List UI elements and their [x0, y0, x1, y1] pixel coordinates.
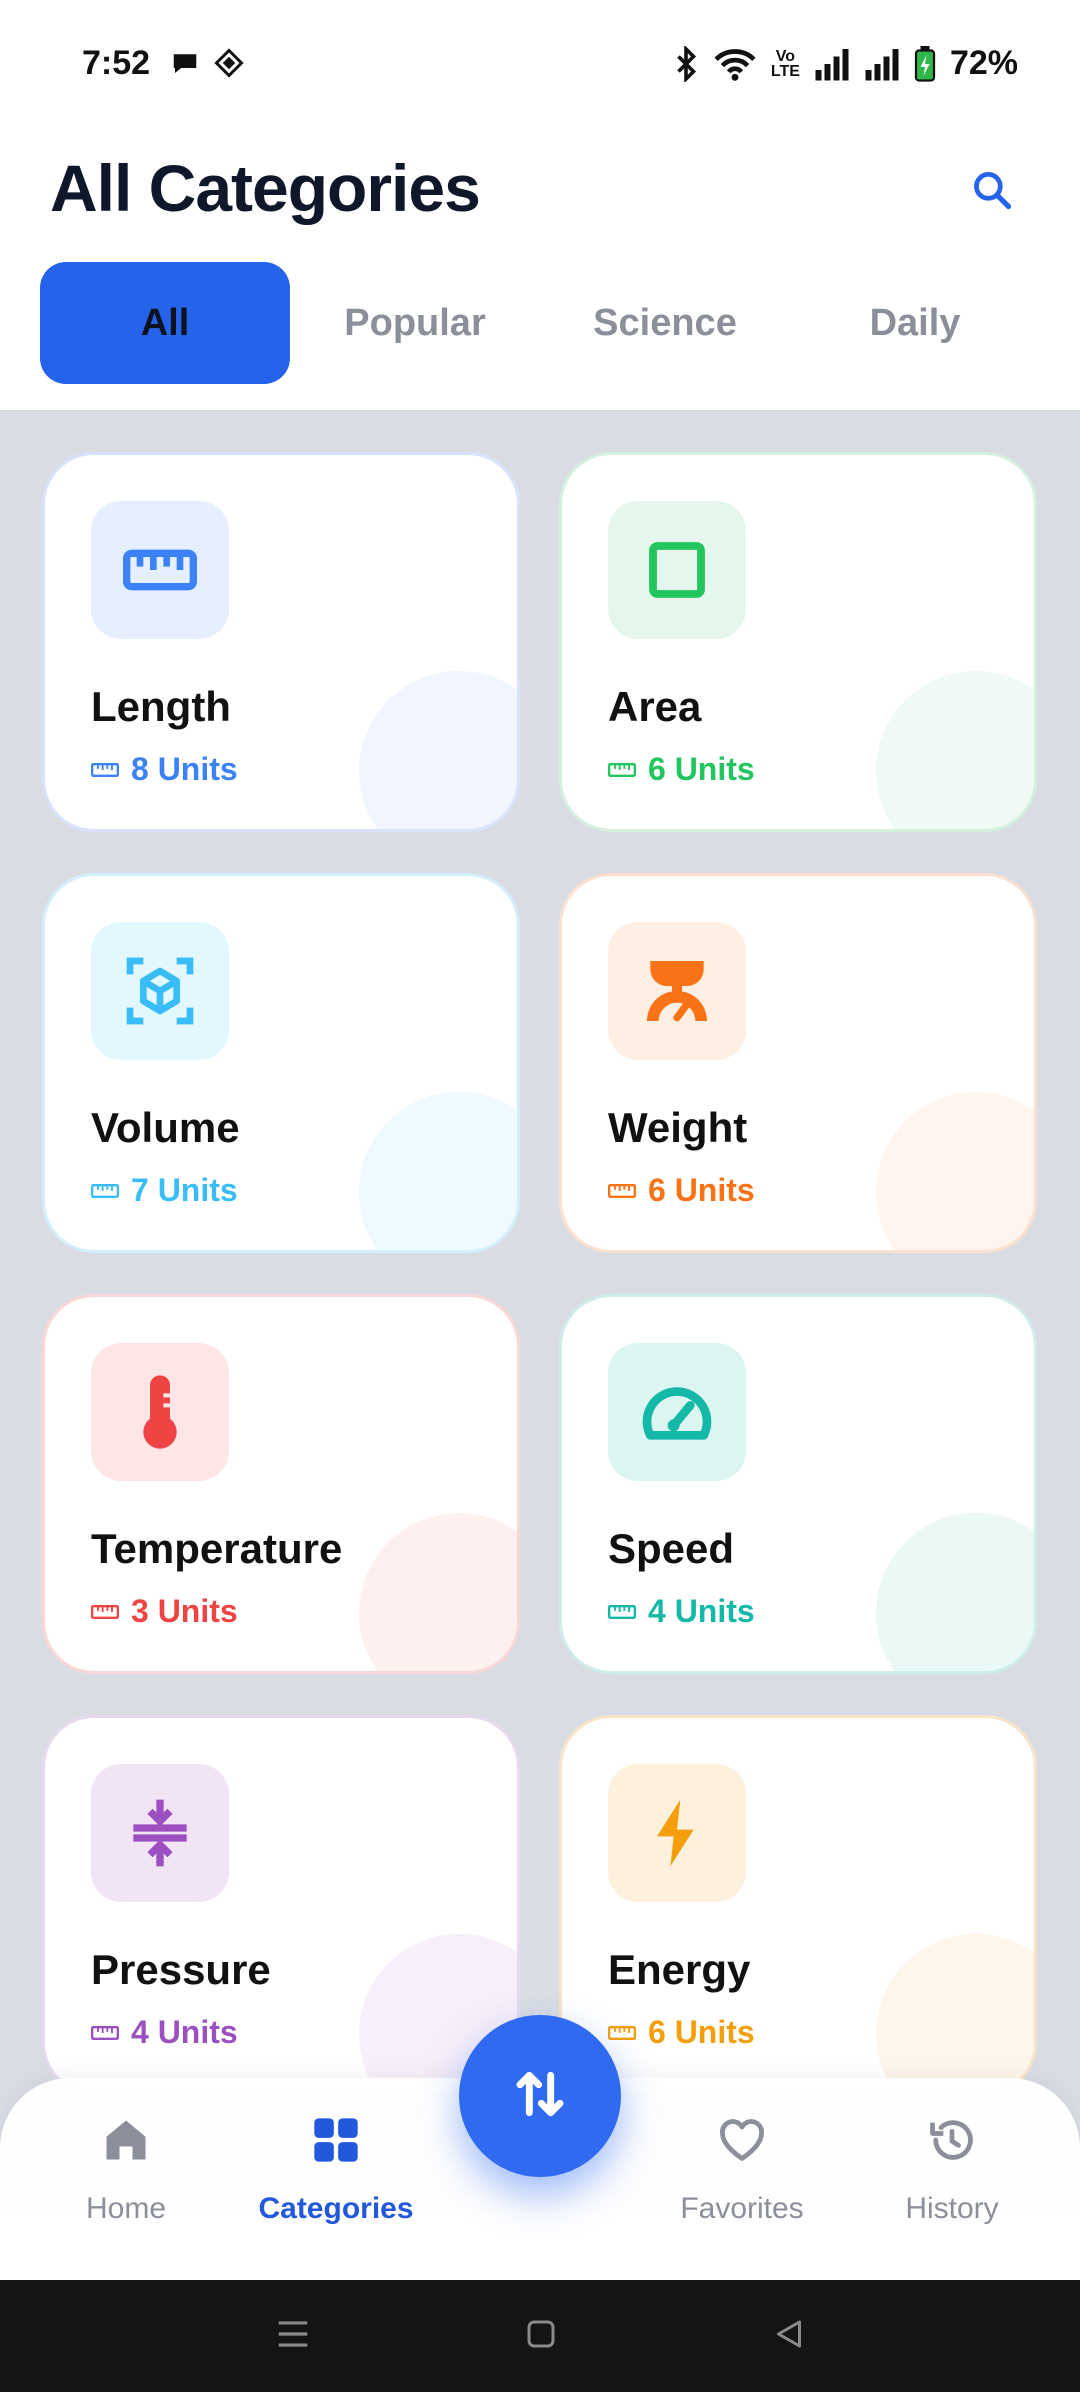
system-navigation-bar: [0, 2280, 1080, 2392]
lightning-icon: [608, 1764, 746, 1902]
unit-count: 6 Units: [608, 2014, 755, 2051]
nav-home-label: Home: [85, 2192, 167, 2225]
ruler-small-icon: [608, 2014, 636, 2051]
ruler-small-icon: [91, 2014, 119, 2051]
category-name: Temperature: [91, 1525, 343, 1572]
category-card-energy[interactable]: Energy 6 Units: [559, 1715, 1037, 2095]
category-grid: Length 8 Units Area 6 Units Volume 7 Uni…: [0, 410, 1080, 2210]
bluetooth-icon: [673, 45, 699, 82]
category-tabs: All Popular Science Daily: [40, 262, 1040, 384]
grid-icon: [310, 2114, 362, 2174]
thermometer-icon: [91, 1343, 229, 1481]
app-diamond-icon: [214, 48, 244, 83]
swap-arrows-icon: [508, 2062, 572, 2131]
unit-count: 7 Units: [91, 1172, 238, 1209]
home-square-icon: [523, 2316, 559, 2357]
history-icon: [926, 2114, 978, 2174]
square-icon: [608, 501, 746, 639]
unit-count: 8 Units: [91, 751, 238, 788]
convert-fab-button[interactable]: [459, 2015, 621, 2177]
category-card-volume[interactable]: Volume 7 Units: [42, 873, 520, 1253]
nav-favorites[interactable]: Favorites: [642, 2114, 842, 2226]
scale-icon: [608, 922, 746, 1060]
chat-bubble-icon: [170, 48, 200, 83]
status-bar: 7:52 Vo LTE 72%: [0, 0, 1080, 132]
tab-daily[interactable]: Daily: [790, 262, 1040, 384]
nav-favorites-label: Favorites: [680, 2192, 804, 2225]
unit-count: 6 Units: [608, 1172, 755, 1209]
ruler-small-icon: [91, 1172, 119, 1209]
volte-icon: Vo LTE: [770, 47, 800, 80]
nav-home[interactable]: Home: [26, 2114, 226, 2226]
category-card-weight[interactable]: Weight 6 Units: [559, 873, 1037, 1253]
cube-icon: [91, 922, 229, 1060]
home-system-button[interactable]: [511, 2310, 571, 2362]
nav-history[interactable]: History: [852, 2114, 1052, 2226]
ruler-small-icon: [91, 751, 119, 788]
ruler-small-icon: [608, 751, 636, 788]
wifi-icon: [713, 46, 757, 82]
signal-icon: [814, 47, 850, 81]
category-name: Speed: [608, 1525, 735, 1572]
unit-count: 3 Units: [91, 1593, 238, 1630]
heart-icon: [716, 2114, 768, 2174]
battery-charging-icon: [914, 45, 936, 82]
ruler-small-icon: [91, 1593, 119, 1630]
category-name: Pressure: [91, 1946, 271, 1993]
search-icon: [970, 168, 1014, 217]
search-button[interactable]: [960, 160, 1024, 224]
category-name: Volume: [91, 1104, 240, 1151]
ruler-icon: [91, 501, 229, 639]
category-card-area[interactable]: Area 6 Units: [559, 452, 1037, 832]
nav-categories[interactable]: Categories: [236, 2114, 436, 2226]
category-name: Length: [91, 683, 231, 730]
unit-count: 4 Units: [91, 2014, 238, 2051]
signal-icon: [864, 47, 900, 81]
recents-button[interactable]: [263, 2310, 323, 2362]
ruler-small-icon: [608, 1172, 636, 1209]
back-button[interactable]: [759, 2310, 819, 2362]
menu-icon: [274, 2316, 312, 2357]
speedometer-icon: [608, 1343, 746, 1481]
category-card-speed[interactable]: Speed 4 Units: [559, 1294, 1037, 1674]
category-name: Weight: [608, 1104, 748, 1151]
compress-icon: [91, 1764, 229, 1902]
back-triangle-icon: [771, 2316, 807, 2357]
category-card-length[interactable]: Length 8 Units: [42, 452, 520, 832]
page-title: All Categories: [50, 151, 481, 225]
nav-categories-label: Categories: [258, 2192, 414, 2225]
ruler-small-icon: [608, 1593, 636, 1630]
tab-science[interactable]: Science: [540, 262, 790, 384]
nav-history-label: History: [905, 2192, 999, 2225]
status-time: 7:52: [82, 44, 151, 82]
tab-popular[interactable]: Popular: [290, 262, 540, 384]
unit-count: 4 Units: [608, 1593, 755, 1630]
category-name: Energy: [608, 1946, 751, 1993]
category-name: Area: [608, 683, 702, 730]
unit-count: 6 Units: [608, 751, 755, 788]
battery-percentage: 72%: [949, 44, 1018, 82]
tab-all[interactable]: All: [40, 262, 290, 384]
category-card-pressure[interactable]: Pressure 4 Units: [42, 1715, 520, 2095]
home-icon: [100, 2114, 152, 2174]
category-card-temperature[interactable]: Temperature 3 Units: [42, 1294, 520, 1674]
